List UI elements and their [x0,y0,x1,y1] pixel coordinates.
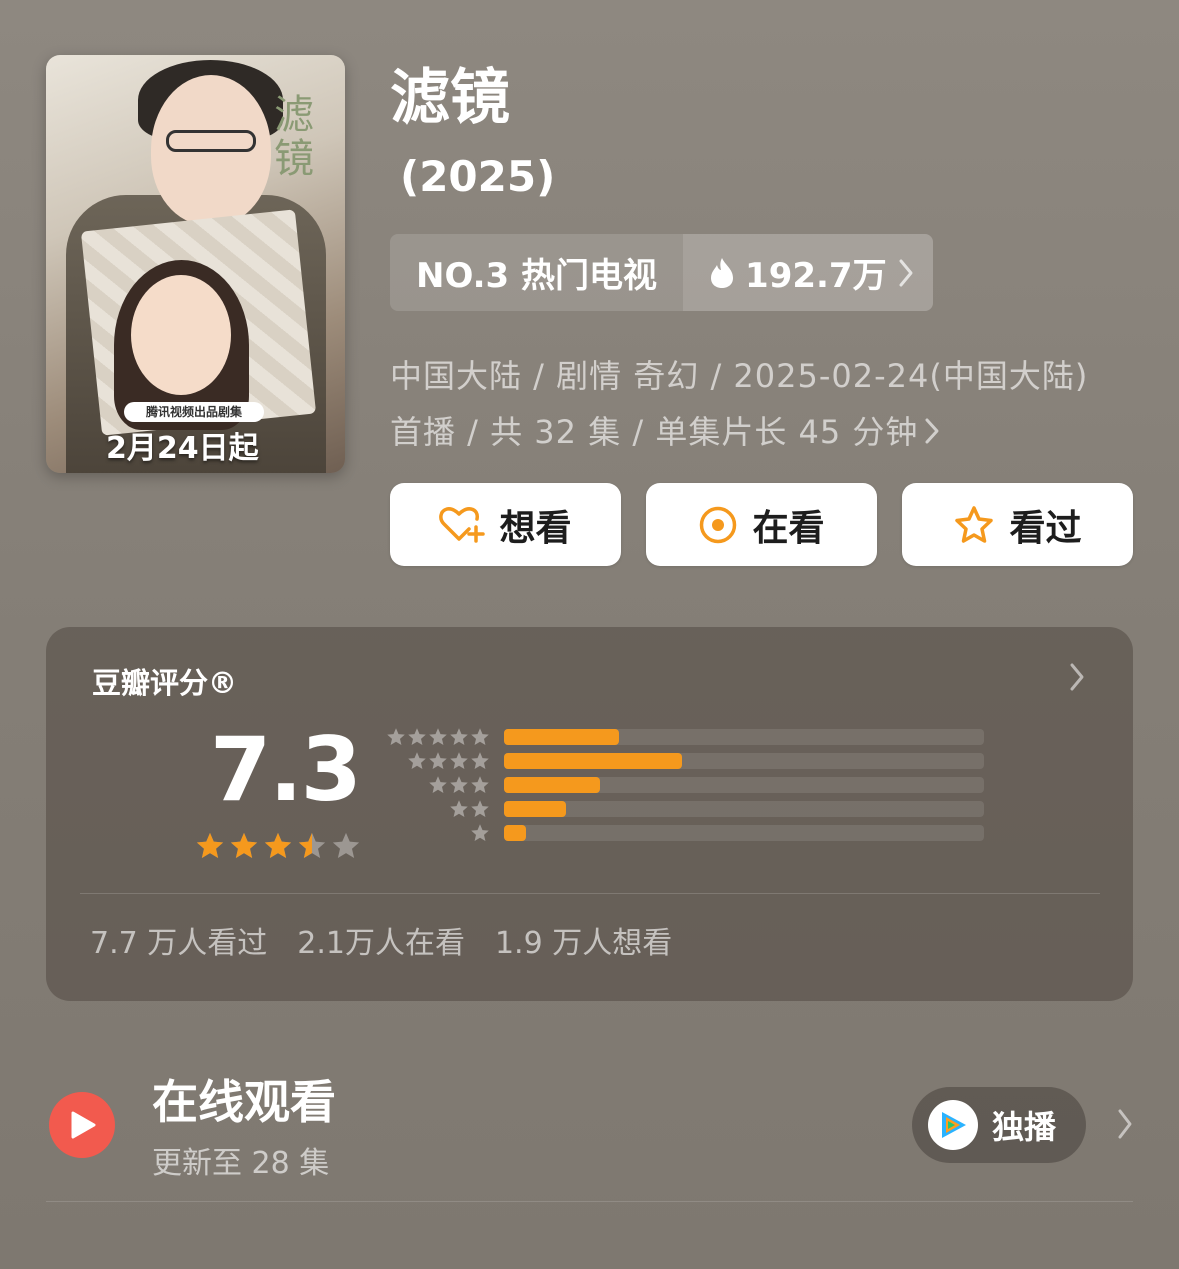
want-count: 1.9 万人想看 [494,926,673,961]
small-star-icon [429,776,447,793]
poster-credit: 腾讯视频出品剧集 [124,402,264,422]
small-star-icon [471,800,489,817]
small-star-icon [387,728,405,745]
rank-chip[interactable]: NO.3 热门电视 192.7万 [390,234,933,311]
small-star-icon [471,752,489,769]
heart-plus-icon [439,506,486,543]
rating-star-icon [332,832,360,858]
distribution-bar-track [504,777,984,793]
rating-distribution-bars [504,729,984,849]
small-star-icon [450,752,468,769]
heat-value: 192.7万 [745,256,887,296]
small-star-icon [450,800,468,817]
chevron-right-icon [924,406,940,462]
poster-image[interactable]: 滤镜 腾讯视频出品剧集 2月24日起 [46,55,345,473]
rating-score: 7.3 [210,718,362,821]
small-star-icon [450,776,468,793]
rating-star-icon [196,832,224,858]
flame-icon [711,257,734,288]
tencent-video-logo-icon [928,1100,978,1150]
play-icon[interactable] [49,1092,115,1158]
want-to-watch-button[interactable]: 想看 [390,483,621,566]
distribution-star-label [380,823,490,847]
want-to-watch-label: 想看 [499,507,572,549]
watching-count: 2.1万人在看 [297,926,465,961]
small-star-icon [408,728,426,745]
target-icon [700,506,737,543]
rating-stars [195,831,361,861]
rating-title: 豆瓣评分® [92,666,238,700]
rank-label: NO.3 热门电视 [390,234,684,311]
divider [80,893,1100,894]
small-star-icon [471,776,489,793]
release-year: (2025) [400,152,556,201]
small-star-icon [471,824,489,841]
distribution-star-label [380,775,490,799]
rating-star-icon [264,832,292,858]
online-watch-title[interactable]: 在线观看 [152,1072,336,1132]
distribution-star-label [380,727,490,751]
chevron-right-icon [899,259,913,286]
exclusive-label: 独播 [992,1108,1057,1146]
distribution-bar-2-star [504,801,567,817]
watched-button[interactable]: 看过 [902,483,1133,566]
watched-label: 看过 [1009,507,1082,549]
distribution-bar-3-star [504,777,600,793]
exclusive-platform-button[interactable]: 独播 [912,1087,1086,1163]
rating-star-icon [298,832,326,858]
watch-counts: 7.7 万人看过 2.1万人在看 1.9 万人想看 [90,918,672,962]
distribution-bar-5-star [504,729,620,745]
small-star-icon [429,752,447,769]
small-star-icon [471,728,489,745]
distribution-bar-4-star [504,753,682,769]
distribution-bar-track [504,729,984,745]
page-title: 滤镜 [390,63,510,133]
distribution-star-labels [380,727,490,847]
watching-label: 在看 [752,507,825,549]
distribution-bar-track [504,753,984,769]
rating-star-icon [230,832,258,858]
small-star-icon [429,728,447,745]
chevron-right-icon[interactable] [1116,1108,1134,1144]
online-watch-subtitle: 更新至 28 集 [152,1146,330,1181]
distribution-bar-track [504,825,984,841]
watched-count: 7.7 万人看过 [90,926,268,961]
poster-figure [131,275,231,395]
distribution-star-label [380,751,490,775]
small-star-icon [450,728,468,745]
distribution-bar-1-star [504,825,526,841]
heat-chip[interactable]: 192.7万 [683,234,933,311]
small-star-icon [408,752,426,769]
star-outline-icon [955,505,994,543]
watching-button[interactable]: 在看 [646,483,877,566]
meta-info[interactable]: 中国大陆 / 剧情 奇幻 / 2025-02-24(中国大陆) 首播 / 共 3… [390,348,1130,462]
poster-figure [166,130,256,152]
poster-date: 2月24日起 [106,431,259,466]
meta-text: 中国大陆 / 剧情 奇幻 / 2025-02-24(中国大陆) 首播 / 共 3… [390,357,1089,451]
poster-title-art: 滤镜 [274,92,314,182]
distribution-star-label [380,799,490,823]
divider [46,1201,1133,1202]
chevron-right-icon[interactable] [1068,662,1086,696]
distribution-bar-track [504,801,984,817]
